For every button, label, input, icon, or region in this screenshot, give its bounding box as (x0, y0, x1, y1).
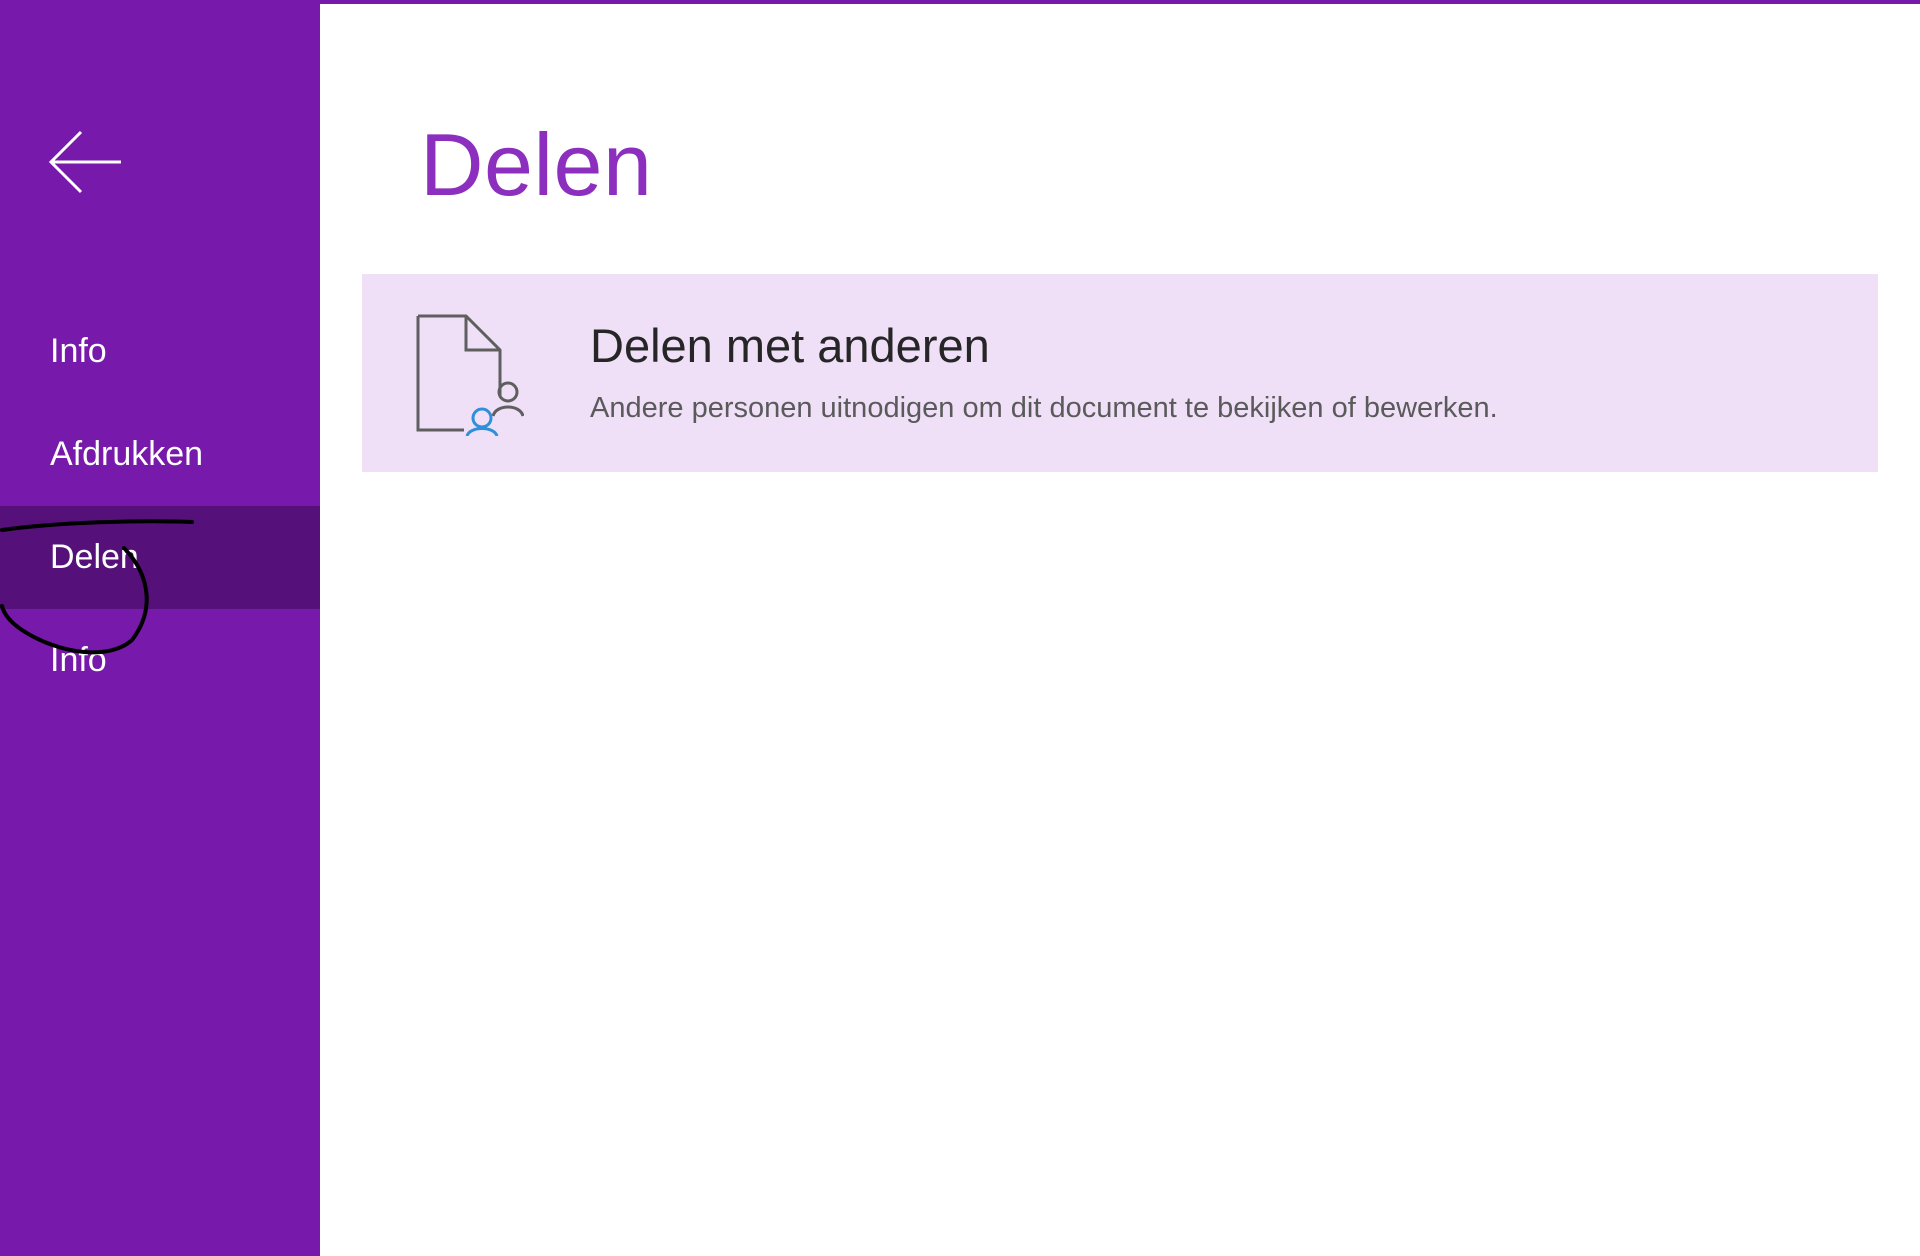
sidebar-item-afdrukken[interactable]: Afdrukken (0, 403, 320, 506)
share-document-icon (416, 314, 524, 436)
sidebar-item-label: Info (50, 641, 107, 679)
back-button[interactable] (40, 122, 130, 202)
sidebar-item-delen[interactable]: Delen (0, 506, 320, 609)
backstage-sidebar: Info Afdrukken Delen Info (0, 0, 320, 1256)
sidebar-nav: Info Afdrukken Delen Info (0, 300, 320, 712)
sidebar-item-info[interactable]: Info (0, 300, 320, 403)
sidebar-item-label: Afdrukken (50, 435, 204, 473)
sidebar-item-label: Info (50, 332, 107, 370)
share-with-others-button[interactable]: Delen met anderen Andere personen uitnod… (362, 274, 1878, 472)
share-card-description: Andere personen uitnodigen om dit docume… (590, 392, 1498, 424)
share-card-title: Delen met anderen (590, 319, 990, 372)
back-arrow-icon (48, 130, 121, 194)
app-window: Info Afdrukken Delen Info Delen Delen me… (0, 0, 1920, 1256)
sidebar-item-label: Delen (50, 538, 139, 576)
page-title: Delen (420, 115, 653, 214)
sidebar-item-info-2[interactable]: Info (0, 609, 320, 712)
main-content: Delen Delen met anderen Andere personen … (320, 4, 1920, 1256)
